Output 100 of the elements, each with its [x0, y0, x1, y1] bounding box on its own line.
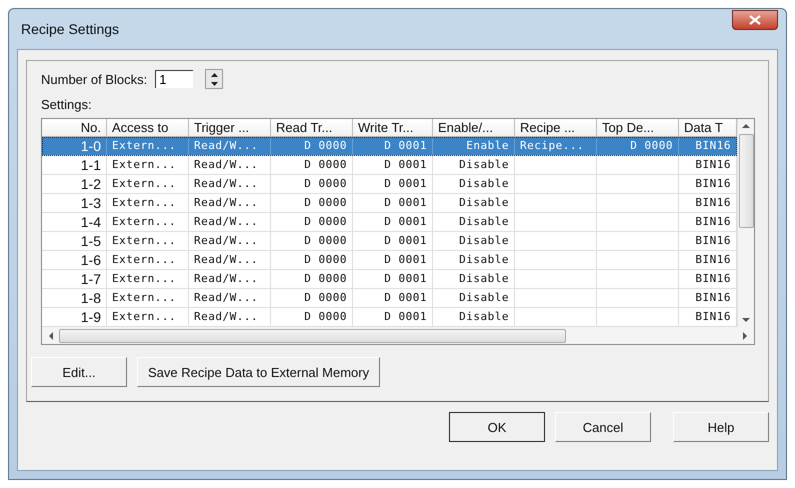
column-header[interactable]: Data T: [679, 119, 737, 137]
table-cell: D 0001: [384, 272, 427, 285]
table-cell: D 0000: [304, 139, 347, 152]
table-cell: 1-5: [80, 233, 101, 249]
table-cell: Extern...: [112, 310, 176, 323]
column-header[interactable]: Read Tr...: [271, 119, 353, 137]
table-cell: Read/W...: [194, 253, 258, 266]
table-cell: 1-0: [80, 138, 101, 154]
vertical-scrollbar[interactable]: [737, 119, 754, 327]
table-cell: BIN16: [695, 310, 731, 323]
dialog-button[interactable]: OK: [449, 412, 545, 442]
table-row[interactable]: 1-4 Extern... Read/W... D 0000 D 0001 Disable BIN16: [42, 213, 737, 232]
panel-button[interactable]: Save Recipe Data to External Memory: [137, 357, 380, 387]
column-header[interactable]: Top De...: [597, 119, 679, 137]
table-cell: D 0000: [304, 234, 347, 247]
table-cell: Extern...: [112, 215, 176, 228]
table-cell: Disable: [459, 215, 509, 228]
table-cell: Extern...: [112, 272, 176, 285]
table-row[interactable]: 1-6 Extern... Read/W... D 0000 D 0001 Disable BIN16: [42, 251, 737, 270]
table-cell: 1-9: [80, 309, 101, 325]
panel-button[interactable]: Edit...: [31, 357, 127, 387]
table-cell: Enable: [466, 139, 509, 152]
table-cell: D 0000: [630, 139, 673, 152]
up-arrow-icon[interactable]: [742, 123, 750, 128]
table-cell: D 0000: [304, 158, 347, 171]
table-cell: BIN16: [695, 272, 731, 285]
table-cell: BIN16: [695, 196, 731, 209]
table-cell: 1-7: [80, 271, 101, 287]
table-cell: D 0000: [304, 196, 347, 209]
right-arrow-icon[interactable]: [743, 332, 748, 340]
window-title: Recipe Settings: [21, 21, 120, 37]
table-cell: 1-2: [80, 176, 101, 192]
table-cell: BIN16: [695, 253, 731, 266]
table-row[interactable]: 1-1 Extern... Read/W... D 0000 D 0001 Disable BIN16: [42, 156, 737, 175]
table-cell: Read/W...: [194, 272, 258, 285]
down-arrow-icon[interactable]: [742, 318, 750, 323]
table-cell: D 0001: [384, 291, 427, 304]
table-cell: D 0001: [384, 177, 427, 190]
table-cell: D 0001: [384, 253, 427, 266]
table-cell: BIN16: [695, 158, 731, 171]
table-cell: Extern...: [112, 291, 176, 304]
table-cell: BIN16: [695, 215, 731, 228]
table-cell: 1-3: [80, 195, 101, 211]
column-header[interactable]: No.: [42, 119, 107, 137]
column-header[interactable]: Write Tr...: [353, 119, 433, 137]
table-cell: Read/W...: [194, 215, 258, 228]
table-cell: Read/W...: [194, 177, 258, 190]
horizontal-scrollbar[interactable]: [42, 327, 754, 344]
table-cell: D 0000: [304, 272, 347, 285]
table-cell: D 0000: [304, 253, 347, 266]
blocks-label: Number of Blocks:: [41, 72, 148, 86]
table-cell: D 0001: [384, 234, 427, 247]
column-header[interactable]: Trigger ...: [189, 119, 271, 137]
table-cell: D 0000: [304, 291, 347, 304]
table-row[interactable]: 1-2 Extern... Read/W... D 0000 D 0001 Disable BIN16: [42, 175, 737, 194]
table-cell: Extern...: [112, 158, 176, 171]
table-cell: Disable: [459, 196, 509, 209]
settings-label: Settings:: [41, 97, 93, 112]
table-row[interactable]: 1-5 Extern... Read/W... D 0000 D 0001 Disable BIN16: [42, 232, 737, 251]
table-cell: Extern...: [112, 177, 176, 190]
close-button[interactable]: [732, 10, 778, 30]
blocks-field[interactable]: 1: [155, 70, 194, 88]
table-cell: D 0000: [304, 310, 347, 323]
table-row[interactable]: 1-3 Extern... Read/W... D 0000 D 0001 Disable BIN16: [42, 194, 737, 213]
table-row[interactable]: 1-0 Extern... Read/W... D 0000 D 0001 Enable Recipe... D 0000 BIN16: [42, 137, 737, 156]
table-cell: 1-1: [80, 157, 101, 173]
table-cell: Extern...: [112, 234, 176, 247]
dialog-button[interactable]: Help: [673, 412, 769, 442]
column-header[interactable]: Enable/...: [433, 119, 515, 137]
table-cell: Disable: [459, 310, 509, 323]
table-cell: 1-4: [80, 214, 101, 230]
table-cell: Recipe...: [520, 139, 584, 152]
table-cell: D 0001: [384, 310, 427, 323]
table-cell: D 0001: [384, 215, 427, 228]
table-cell: Disable: [459, 177, 509, 190]
table-cell: Extern...: [112, 253, 176, 266]
column-header[interactable]: Recipe ...: [515, 119, 597, 137]
table-row[interactable]: 1-7 Extern... Read/W... D 0000 D 0001 Disable BIN16: [42, 270, 737, 289]
table-cell: D 0001: [384, 139, 427, 152]
table-cell: BIN16: [695, 139, 731, 152]
table-cell: BIN16: [695, 234, 731, 247]
table-row[interactable]: 1-8 Extern... Read/W... D 0000 D 0001 Disable BIN16: [42, 289, 737, 308]
spin-buttons[interactable]: [205, 69, 224, 89]
table-cell: Read/W...: [194, 310, 258, 323]
table-cell: BIN16: [695, 291, 731, 304]
table-cell: D 0000: [304, 215, 347, 228]
table-cell: Read/W...: [194, 158, 258, 171]
dialog-button[interactable]: Cancel: [555, 412, 651, 442]
table-cell: Read/W...: [194, 139, 258, 152]
table-cell: Read/W...: [194, 234, 258, 247]
table-cell: D 0001: [384, 196, 427, 209]
table-cell: BIN16: [695, 177, 731, 190]
table-cell: Disable: [459, 234, 509, 247]
table-cell: Disable: [459, 253, 509, 266]
left-arrow-icon[interactable]: [48, 332, 53, 340]
column-header[interactable]: Access to: [107, 119, 189, 137]
close-icon: [749, 15, 761, 25]
table-cell: Disable: [459, 158, 509, 171]
table-cell: D 0001: [384, 158, 427, 171]
table-cell: Disable: [459, 272, 509, 285]
